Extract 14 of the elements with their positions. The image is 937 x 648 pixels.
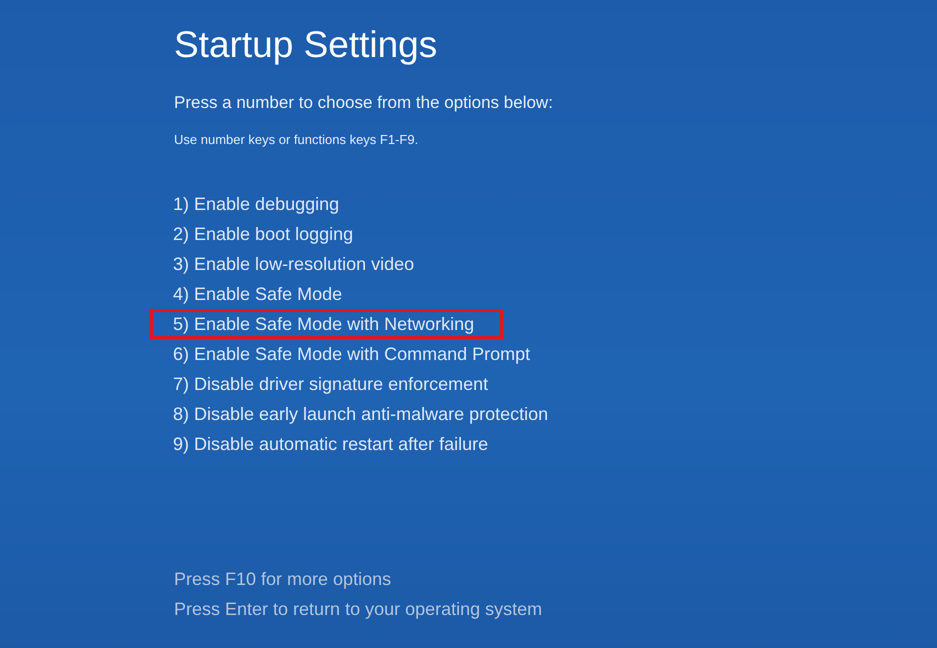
menu-option[interactable]: 7) Disable driver signature enforcement <box>150 369 518 399</box>
menu-option[interactable]: 9) Disable automatic restart after failure <box>150 429 518 459</box>
footer-option[interactable]: Press F10 for more options <box>174 569 542 589</box>
menu-option[interactable]: 3) Enable low-resolution video <box>150 249 444 279</box>
menu-option[interactable]: 2) Enable boot logging <box>150 219 382 249</box>
menu-option[interactable]: 5) Enable Safe Mode with Networking <box>150 309 504 339</box>
menu-option[interactable]: 1) Enable debugging <box>150 189 368 219</box>
hint-text: Use number keys or functions keys F1-F9. <box>174 132 418 148</box>
prompt-text: Press a number to choose from the options below: <box>174 92 553 114</box>
menu-option[interactable]: 6) Enable Safe Mode with Command Prompt <box>150 339 560 369</box>
menu-option[interactable]: 4) Enable Safe Mode <box>150 279 372 309</box>
footer-option[interactable]: Press Enter to return to your operating system <box>174 599 542 619</box>
menu-option[interactable]: 8) Disable early launch anti-malware protection <box>150 399 578 429</box>
screen-title: Startup Settings <box>174 23 438 67</box>
